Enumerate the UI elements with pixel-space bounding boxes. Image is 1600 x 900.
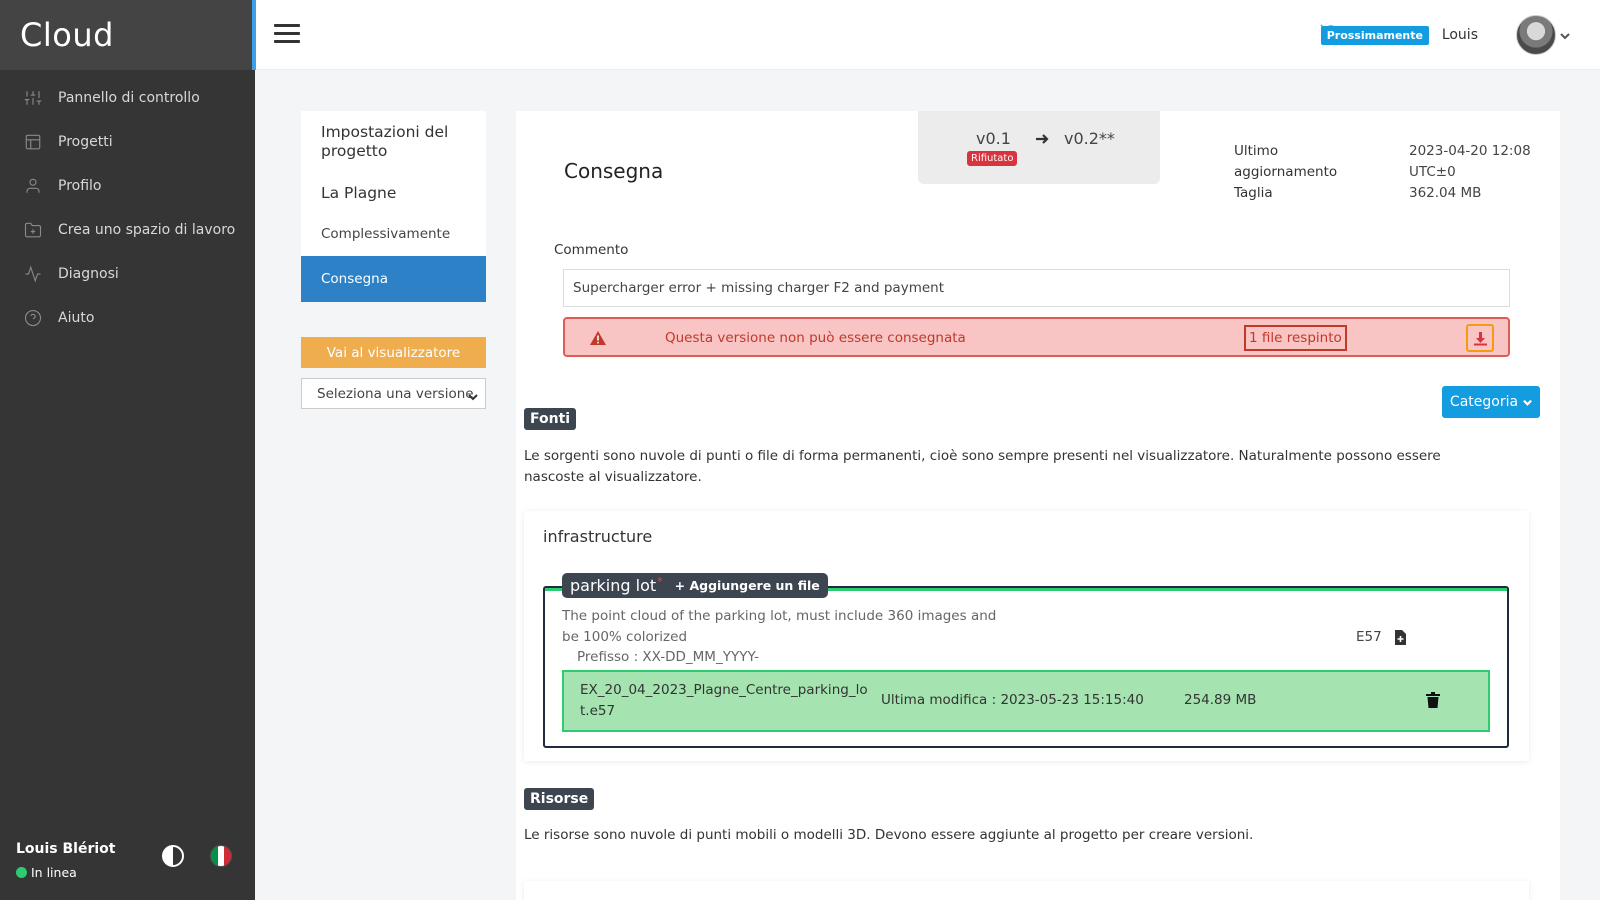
- status-badge: Rifiutato: [967, 151, 1018, 166]
- settings-item-delivery[interactable]: Consegna: [301, 255, 486, 302]
- infrastructure-group: infrastructure parking lot * + Aggiunger…: [524, 511, 1529, 761]
- add-file-button[interactable]: + Aggiungere un file: [675, 578, 820, 593]
- version-select-value: Seleziona una versione: [317, 385, 474, 402]
- meta-values: 2023-04-20 12:08 UTC±0 362.04 MB: [1409, 141, 1549, 204]
- project-settings-panel: Impostazioni del progetto La Plagne Comp…: [301, 111, 486, 302]
- comment-label: Commento: [554, 242, 629, 258]
- online-dot-icon: [16, 867, 27, 878]
- user-icon: [24, 177, 42, 195]
- settings-title: Impostazioni del progetto: [321, 123, 449, 161]
- warning-icon: [589, 330, 607, 346]
- sources-description: Le sorgenti sono nuvole di punti o file …: [524, 448, 1441, 485]
- file-modified: Ultima modifica : 2023-05-23 15:15:40: [881, 692, 1144, 708]
- comment-field[interactable]: Supercharger error + missing charger F2 …: [563, 269, 1510, 307]
- online-status-label: In linea: [31, 865, 77, 880]
- download-icon[interactable]: [1466, 324, 1494, 352]
- chevron-down-icon: [1523, 399, 1532, 406]
- rejected-files-link[interactable]: 1 file respinto: [1244, 325, 1347, 351]
- layout-icon: [24, 133, 42, 151]
- required-mark: *: [657, 575, 663, 588]
- sidebar-nav: Pannello di controllo Progetti Profilo C…: [0, 76, 255, 340]
- source-item-extension: E57: [1356, 629, 1382, 645]
- resources-description: Le risorse sono nuvole di punti mobili o…: [524, 827, 1254, 843]
- sidebar-item-help[interactable]: Aiuto: [0, 296, 255, 340]
- alert-message: Questa versione non può essere consegnat…: [665, 330, 966, 346]
- settings-item-overall[interactable]: Complessivamente: [301, 212, 486, 256]
- italian-flag-icon[interactable]: [210, 845, 232, 867]
- page-title: Consegna: [564, 159, 664, 183]
- meta-updated-label-1: Ultimo: [1234, 143, 1279, 159]
- meta-labels: Ultimo aggiornamento Taglia: [1234, 141, 1354, 204]
- meta-updated-value-1: 2023-04-20 12:08: [1409, 143, 1531, 159]
- delivery-error-alert: Questa versione non può essere consegnat…: [563, 317, 1510, 357]
- source-item-header: parking lot * + Aggiungere un file: [562, 573, 828, 598]
- sidebar-item-create-workspace[interactable]: Crea uno spazio di lavoro: [0, 208, 255, 252]
- help-circle-icon: [24, 309, 42, 327]
- brand-logo[interactable]: Cloud: [0, 0, 255, 70]
- sidebar: Cloud Pannello di controllo Progetti Pro…: [0, 0, 255, 900]
- hamburger-menu-icon[interactable]: [274, 24, 300, 44]
- file-name: EX_20_04_2023_Plagne_Centre_parking_lot.…: [580, 682, 868, 719]
- avatar[interactable]: [1516, 15, 1556, 55]
- version-from: v0.1: [976, 129, 1011, 148]
- file-plus-icon[interactable]: [1394, 630, 1406, 645]
- chevron-down-icon[interactable]: [1560, 30, 1570, 40]
- folder-plus-icon: [24, 221, 42, 239]
- go-to-viewer-button[interactable]: Vai al visualizzatore: [301, 337, 486, 368]
- sidebar-item-profile[interactable]: Profilo: [0, 164, 255, 208]
- sidebar-item-dashboard[interactable]: Pannello di controllo: [0, 76, 255, 120]
- theme-toggle-icon[interactable]: [162, 845, 184, 867]
- sidebar-item-label: Aiuto: [58, 310, 95, 326]
- topbar-user-name[interactable]: Louis: [1442, 27, 1478, 43]
- resources-group: [524, 881, 1529, 900]
- version-select[interactable]: Seleziona una versione: [301, 378, 486, 409]
- source-item-description: The point cloud of the parking lot, must…: [562, 608, 997, 645]
- group-title: infrastructure: [543, 527, 653, 546]
- meta-updated-label-2: aggiornamento: [1234, 164, 1338, 180]
- meta-updated-value-2: UTC±0: [1409, 164, 1456, 180]
- sidebar-item-projects[interactable]: Progetti: [0, 120, 255, 164]
- version-to: v0.2**: [1064, 129, 1115, 148]
- meta-size-value: 362.04 MB: [1409, 185, 1482, 201]
- activity-icon: [24, 265, 42, 283]
- file-size: 254.89 MB: [1184, 692, 1257, 708]
- sliders-icon: [24, 89, 42, 107]
- sidebar-item-label: Crea uno spazio di lavoro: [58, 222, 236, 238]
- sources-badge: Fonti: [524, 408, 577, 430]
- project-name: La Plagne: [321, 183, 397, 202]
- trash-icon[interactable]: [1426, 692, 1440, 708]
- coming-soon-badge: Prossimamente: [1320, 26, 1429, 45]
- sidebar-item-diagnostics[interactable]: Diagnosi: [0, 252, 255, 296]
- sidebar-user-name: Louis Blériot: [16, 841, 116, 857]
- online-status: In linea: [16, 865, 241, 880]
- source-item-parking-lot: parking lot * + Aggiungere un file The p…: [543, 573, 1509, 748]
- category-dropdown-button[interactable]: Categoria: [1442, 386, 1540, 418]
- version-compare: v0.1 v0.2** Rifiutato: [918, 111, 1160, 184]
- sidebar-user: Louis Blériot In linea: [16, 841, 241, 880]
- topbar: Prossimamente Louis: [256, 0, 1600, 70]
- sidebar-item-label: Diagnosi: [58, 266, 119, 282]
- meta-size-label: Taglia: [1234, 185, 1273, 201]
- file-row: EX_20_04_2023_Plagne_Centre_parking_lot.…: [562, 670, 1490, 732]
- delivery-card: Consegna v0.1 v0.2** Rifiutato Ultimo ag…: [516, 111, 1560, 900]
- chevron-down-icon: [468, 390, 478, 401]
- sidebar-item-label: Progetti: [58, 134, 113, 150]
- source-item-prefix: Prefisso : XX-DD_MM_YYYY-: [577, 649, 759, 665]
- source-item-name: parking lot: [570, 576, 657, 595]
- resources-badge: Risorse: [524, 788, 595, 810]
- arrow-right-icon: [1034, 131, 1050, 147]
- sidebar-item-label: Pannello di controllo: [58, 90, 200, 106]
- category-button-label: Categoria: [1449, 394, 1519, 410]
- sidebar-item-label: Profilo: [58, 178, 102, 194]
